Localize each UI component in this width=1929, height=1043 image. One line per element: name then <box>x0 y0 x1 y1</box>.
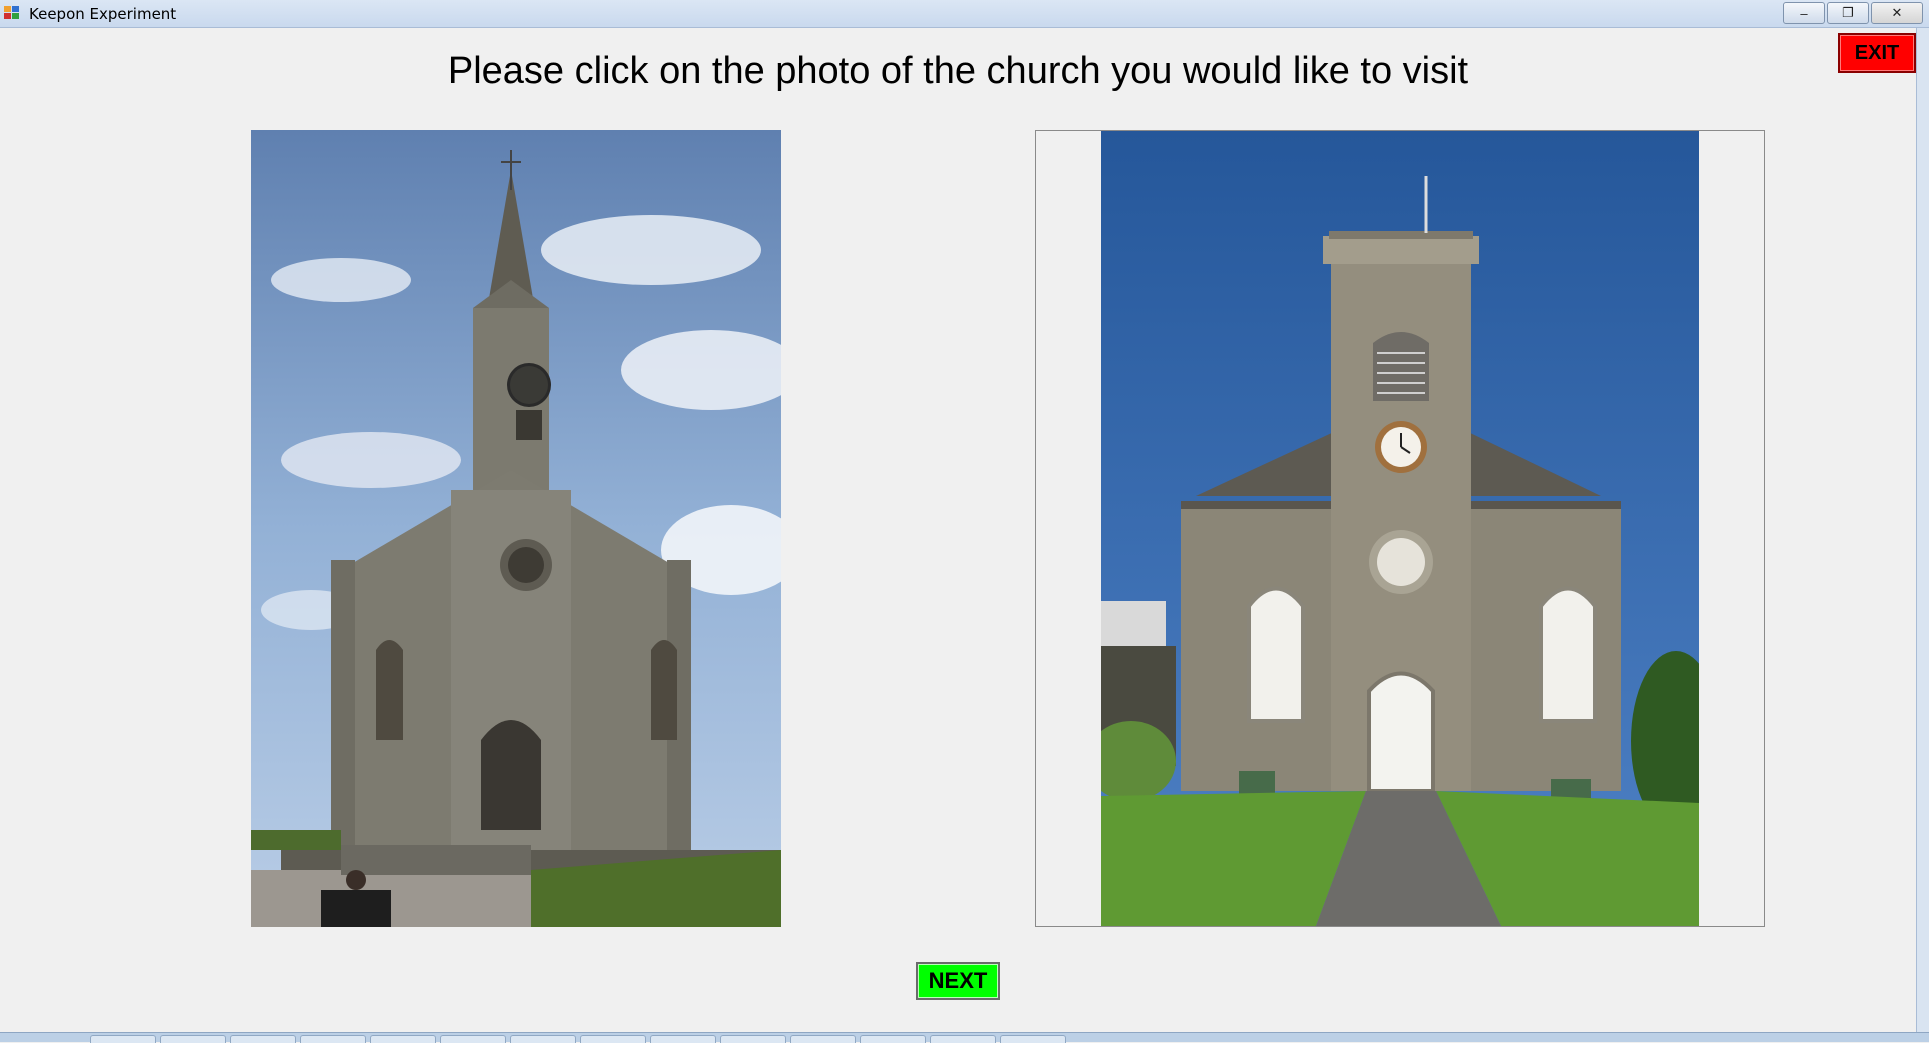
window-right-border <box>1916 28 1929 1032</box>
minimize-icon: – <box>1800 5 1808 21</box>
stone-tower-church-image <box>1101 131 1699 926</box>
taskbar-item[interactable] <box>860 1035 926 1043</box>
taskbar-item[interactable] <box>510 1035 576 1043</box>
taskbar-item[interactable] <box>90 1035 156 1043</box>
taskbar-item[interactable] <box>790 1035 856 1043</box>
taskbar-item[interactable] <box>1000 1035 1066 1043</box>
app-window-icon <box>4 6 19 19</box>
close-icon: ✕ <box>1891 5 1903 20</box>
exit-button[interactable]: EXIT <box>1838 33 1916 73</box>
gothic-church-image <box>251 130 781 927</box>
taskbar-item[interactable] <box>720 1035 786 1043</box>
taskbar-item[interactable] <box>370 1035 436 1043</box>
church-photo-left[interactable] <box>251 130 781 927</box>
taskbar-item[interactable] <box>300 1035 366 1043</box>
window-titlebar: Keepon Experiment – ❐ ✕ <box>0 0 1929 28</box>
taskbar-item[interactable] <box>650 1035 716 1043</box>
taskbar-item[interactable] <box>160 1035 226 1043</box>
restore-button[interactable]: ❐ <box>1827 2 1869 24</box>
minimize-button[interactable]: – <box>1783 2 1825 24</box>
restore-icon: ❐ <box>1842 5 1854 20</box>
taskbar-item[interactable] <box>580 1035 646 1043</box>
window-title: Keepon Experiment <box>29 5 177 23</box>
next-button[interactable]: NEXT <box>916 962 1000 1000</box>
church-photo-right-frame <box>1035 130 1765 927</box>
taskbar-item[interactable] <box>230 1035 296 1043</box>
taskbar-item[interactable] <box>930 1035 996 1043</box>
instruction-text: Please click on the photo of the church … <box>447 50 1469 92</box>
church-photo-right[interactable] <box>1101 131 1699 926</box>
close-button[interactable]: ✕ <box>1871 2 1923 24</box>
taskbar-item[interactable] <box>440 1035 506 1043</box>
